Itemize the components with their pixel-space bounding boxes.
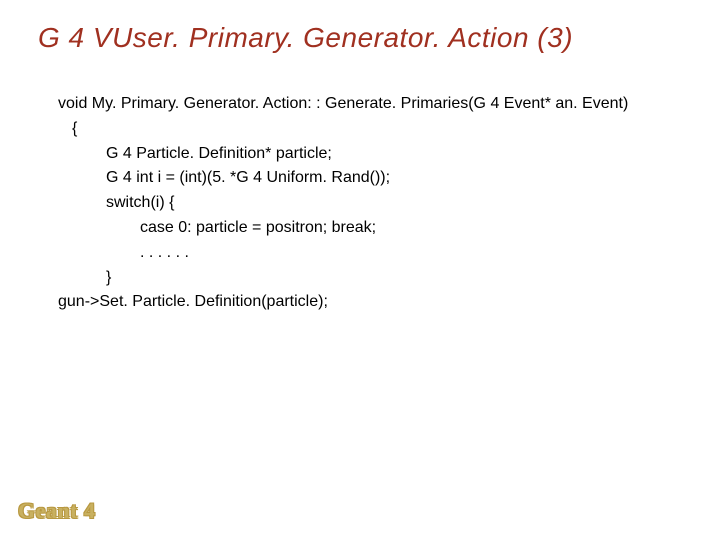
code-line: gun->Set. Particle. Definition(particle)…: [58, 290, 720, 315]
code-line: switch(i) {: [58, 191, 720, 216]
code-line: }: [58, 266, 720, 291]
code-line: case 0: particle = positron; break;: [58, 216, 720, 241]
footer-logo: Geant 4: [18, 498, 95, 524]
code-line: void My. Primary. Generator. Action: : G…: [58, 92, 720, 117]
slide-title: G 4 VUser. Primary. Generator. Action (3…: [0, 0, 720, 54]
code-block: void My. Primary. Generator. Action: : G…: [0, 54, 720, 315]
code-line: . . . . . .: [58, 241, 720, 266]
code-line: G 4 Particle. Definition* particle;: [58, 142, 720, 167]
code-line: G 4 int i = (int)(5. *G 4 Uniform. Rand(…: [58, 166, 720, 191]
code-line: {: [58, 117, 720, 142]
